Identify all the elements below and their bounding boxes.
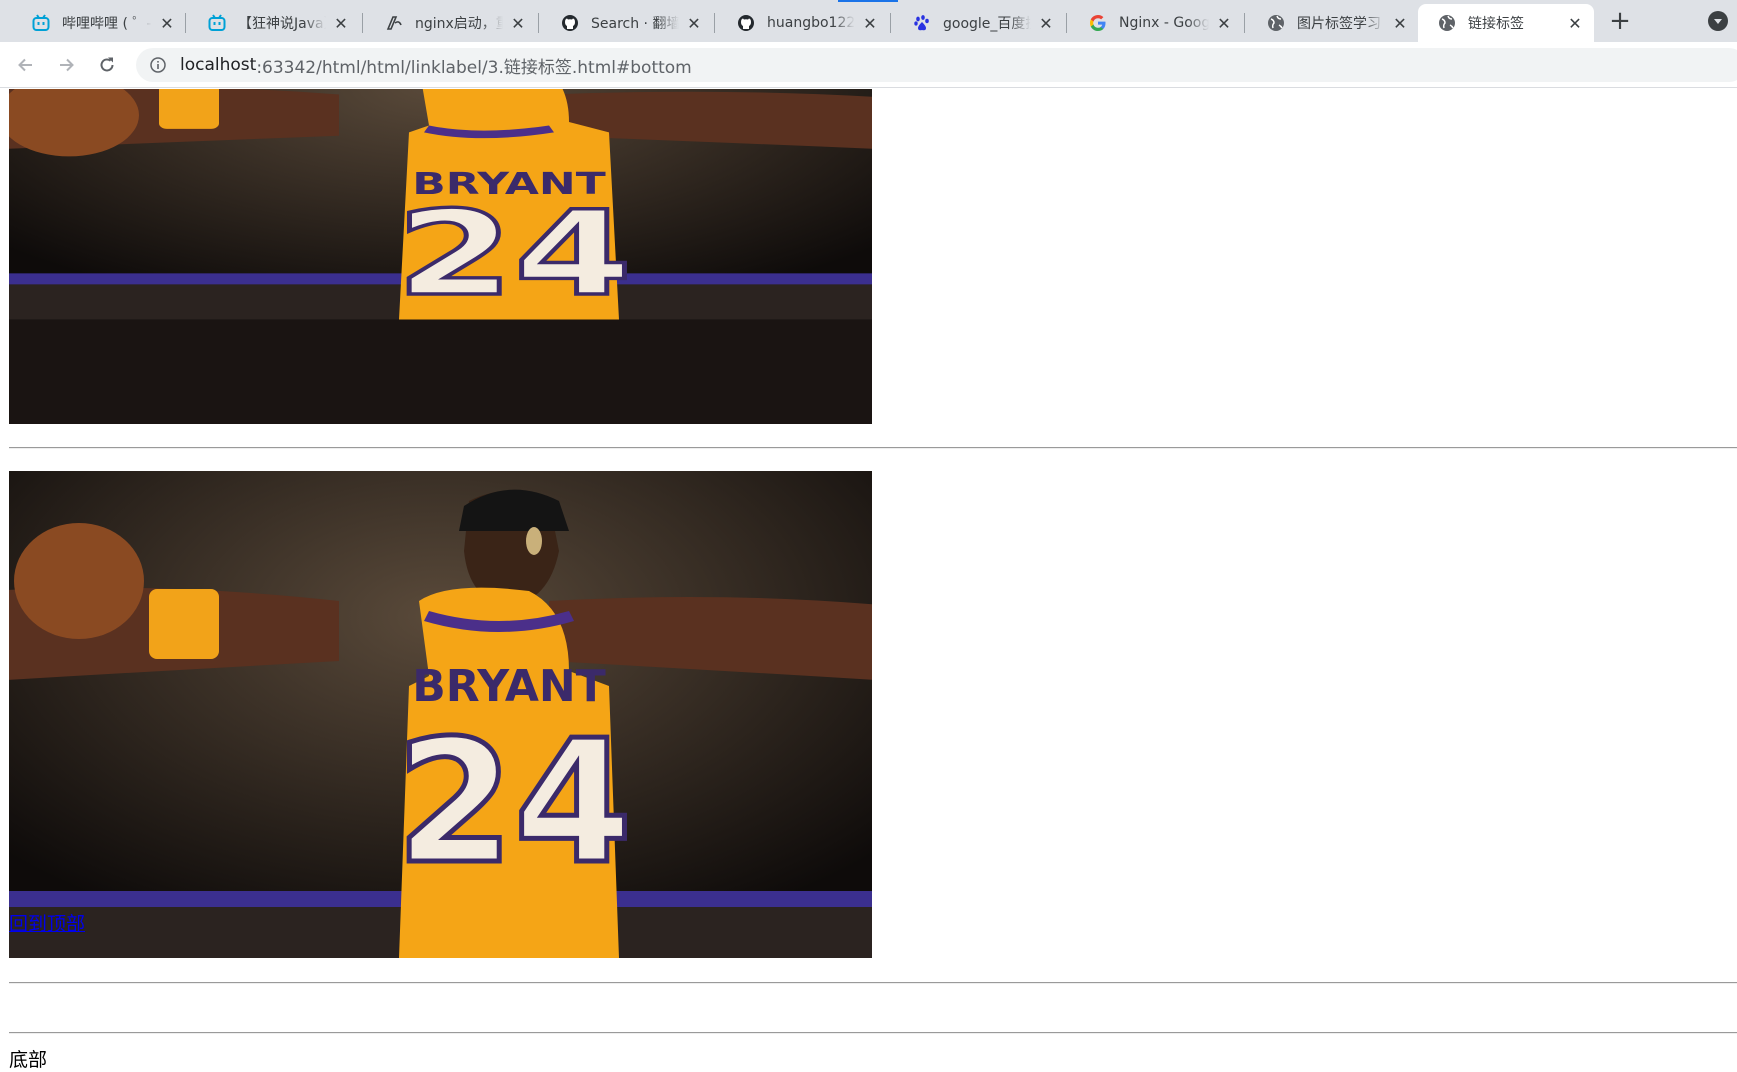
forward-arrow-icon bbox=[60, 58, 74, 72]
browser-toolbar: localhost:63342/html/html/linklabel/3.链接… bbox=[0, 42, 1737, 88]
tab-separator bbox=[714, 13, 715, 33]
globe-icon bbox=[1438, 14, 1456, 32]
horizontal-rule bbox=[9, 1032, 1737, 1034]
close-icon[interactable]: ✕ bbox=[861, 14, 879, 33]
kobe-photo-graphic: BRYANT 24 bbox=[9, 471, 872, 958]
tab-image-tags[interactable]: 图片标签学习 ✕ bbox=[1247, 4, 1419, 42]
baidu-icon bbox=[913, 14, 931, 32]
close-icon[interactable]: ✕ bbox=[685, 14, 703, 33]
site-info-icon[interactable] bbox=[150, 57, 166, 73]
bilibili-icon bbox=[208, 14, 226, 32]
tab-github-huangbo[interactable]: huangbo122 ✕ bbox=[717, 4, 889, 42]
close-icon[interactable]: ✕ bbox=[158, 14, 176, 33]
tab-separator bbox=[538, 13, 539, 33]
tab-title: huangbo122 bbox=[767, 15, 855, 31]
kobe-image-top: BRYANT 24 bbox=[9, 89, 872, 424]
close-icon[interactable]: ✕ bbox=[509, 14, 527, 33]
reload-icon bbox=[100, 57, 114, 72]
close-icon[interactable]: ✕ bbox=[1391, 14, 1409, 33]
tab-nginx-google[interactable]: Nginx - Google ✕ bbox=[1069, 4, 1243, 42]
reload-button[interactable] bbox=[93, 51, 121, 79]
tab-title: 链接标签 bbox=[1468, 16, 1524, 32]
jersey-number: 24 bbox=[396, 704, 633, 902]
page-viewport: BRYANT 24 BRYANT 24 bbox=[0, 89, 1737, 1062]
bilibili-icon bbox=[32, 14, 50, 32]
horizontal-rule bbox=[9, 447, 1737, 449]
tab-title: google_百度搜索 bbox=[943, 16, 1031, 32]
tab-loading-indicator bbox=[838, 0, 898, 2]
back-button[interactable] bbox=[12, 51, 40, 79]
horizontal-rule bbox=[9, 982, 1737, 984]
tab-separator bbox=[362, 13, 363, 33]
tab-bilibili[interactable]: 哔哩哔哩 ( ゜- ゜)つロ 干杯~ ✕ bbox=[12, 4, 186, 42]
google-icon bbox=[1089, 14, 1107, 32]
photo-scene: BRYANT 24 bbox=[9, 89, 872, 324]
forward-button[interactable] bbox=[52, 51, 80, 79]
csdn-icon bbox=[385, 14, 403, 32]
tab-title: 哔哩哔哩 ( ゜- ゜)つロ 干杯~ bbox=[62, 16, 152, 32]
github-icon bbox=[737, 14, 755, 32]
close-icon[interactable]: ✕ bbox=[1037, 14, 1055, 33]
bottom-anchor-text: 底部 bbox=[9, 1049, 48, 1071]
back-to-top-link[interactable]: 回到顶部 bbox=[9, 909, 85, 936]
tab-search-icon[interactable] bbox=[1708, 11, 1728, 31]
url-host: localhost bbox=[180, 55, 257, 75]
tab-title: 图片标签学习 bbox=[1297, 16, 1381, 32]
github-icon bbox=[561, 14, 579, 32]
tab-nginx-csdn[interactable]: nginx启动，重启 ✕ bbox=[365, 4, 537, 42]
url-path: :63342/html/html/linklabel/3.链接标签.html#b… bbox=[256, 57, 692, 78]
tab-title: nginx启动，重启 bbox=[415, 16, 503, 32]
jersey-number: 24 bbox=[396, 187, 633, 322]
new-tab-button[interactable]: + bbox=[1606, 8, 1634, 36]
tab-separator bbox=[1066, 13, 1067, 33]
kobe-photo-graphic: BRYANT 24 bbox=[9, 89, 872, 324]
close-icon[interactable]: ✕ bbox=[1215, 14, 1233, 33]
tab-separator bbox=[185, 13, 186, 33]
tab-title: 【狂神说Java】 bbox=[238, 16, 326, 32]
close-icon[interactable]: ✕ bbox=[332, 14, 350, 33]
tab-title: Nginx - Google bbox=[1119, 15, 1209, 31]
close-icon[interactable]: ✕ bbox=[1566, 14, 1584, 33]
tab-baidu-google[interactable]: google_百度搜索 ✕ bbox=[893, 4, 1065, 42]
tab-separator bbox=[1244, 13, 1245, 33]
tab-github-search[interactable]: Search · 翻墙 ✕ bbox=[541, 4, 713, 42]
address-bar[interactable]: localhost:63342/html/html/linklabel/3.链接… bbox=[136, 48, 1737, 82]
tab-title: Search · 翻墙 bbox=[591, 16, 679, 32]
tab-separator bbox=[890, 13, 891, 33]
tab-kuangshen[interactable]: 【狂神说Java】 ✕ bbox=[188, 4, 360, 42]
kobe-image-bottom: BRYANT 24 bbox=[9, 471, 872, 958]
tab-link-tags-active[interactable]: 链接标签 ✕ bbox=[1418, 4, 1594, 42]
back-arrow-icon bbox=[18, 58, 32, 72]
globe-icon bbox=[1267, 14, 1285, 32]
tab-strip: 哔哩哔哩 ( ゜- ゜)つロ 干杯~ ✕ 【狂神说Java】 ✕ nginx启动… bbox=[0, 0, 1737, 42]
